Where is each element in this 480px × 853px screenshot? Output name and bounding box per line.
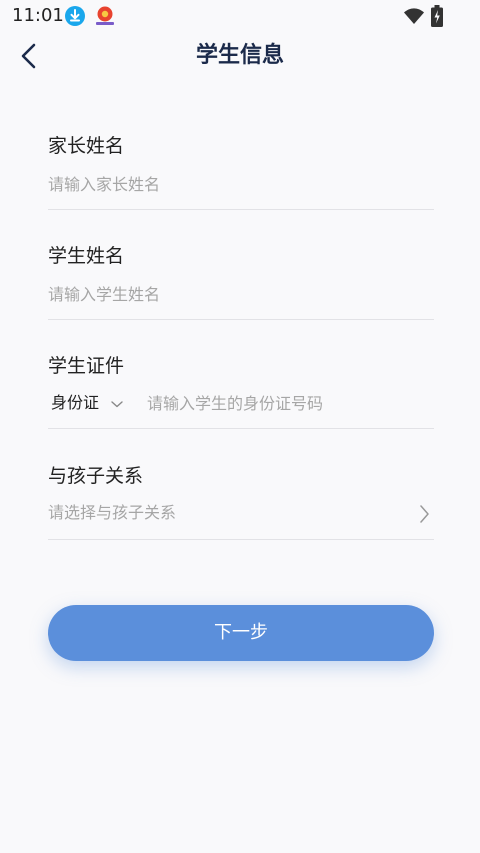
relationship-section: 与孩子关系 请选择与孩子关系 xyxy=(48,463,434,543)
app-notification-icon xyxy=(94,5,116,27)
screen: 11:01 学生信息 家长姓名 请输入家长姓名 学生姓名 请输入学生姓名 学生证… xyxy=(0,0,480,853)
divider xyxy=(48,319,434,320)
status-bar: 11:01 xyxy=(0,0,480,32)
student-id-section: 学生证件 身份证 xyxy=(48,353,434,431)
divider xyxy=(48,428,434,429)
battery-icon xyxy=(431,5,443,31)
id-type-value: 身份证 xyxy=(51,393,100,412)
student-name-input[interactable] xyxy=(48,282,348,306)
next-step-button[interactable]: 下一步 xyxy=(48,605,434,661)
wifi-icon xyxy=(403,7,425,29)
student-id-label: 学生证件 xyxy=(48,355,125,377)
student-name-section: 学生姓名 xyxy=(48,243,434,321)
divider xyxy=(48,539,434,540)
parent-name-section: 家长姓名 xyxy=(48,133,434,211)
relationship-select[interactable]: 请选择与孩子关系 xyxy=(48,501,434,527)
download-icon xyxy=(65,6,85,26)
id-number-input[interactable] xyxy=(147,391,432,415)
chevron-right-icon xyxy=(418,504,430,528)
page-title: 学生信息 xyxy=(195,43,284,68)
chevron-down-icon xyxy=(110,392,124,416)
status-time: 11:01 xyxy=(12,5,64,26)
id-type-select[interactable]: 身份证 xyxy=(51,391,124,416)
relationship-label: 与孩子关系 xyxy=(48,465,144,487)
parent-name-label: 家长姓名 xyxy=(48,135,125,157)
student-name-label: 学生姓名 xyxy=(48,245,125,267)
parent-name-input[interactable] xyxy=(48,172,348,196)
relationship-placeholder: 请选择与孩子关系 xyxy=(48,503,177,522)
divider xyxy=(48,209,434,210)
